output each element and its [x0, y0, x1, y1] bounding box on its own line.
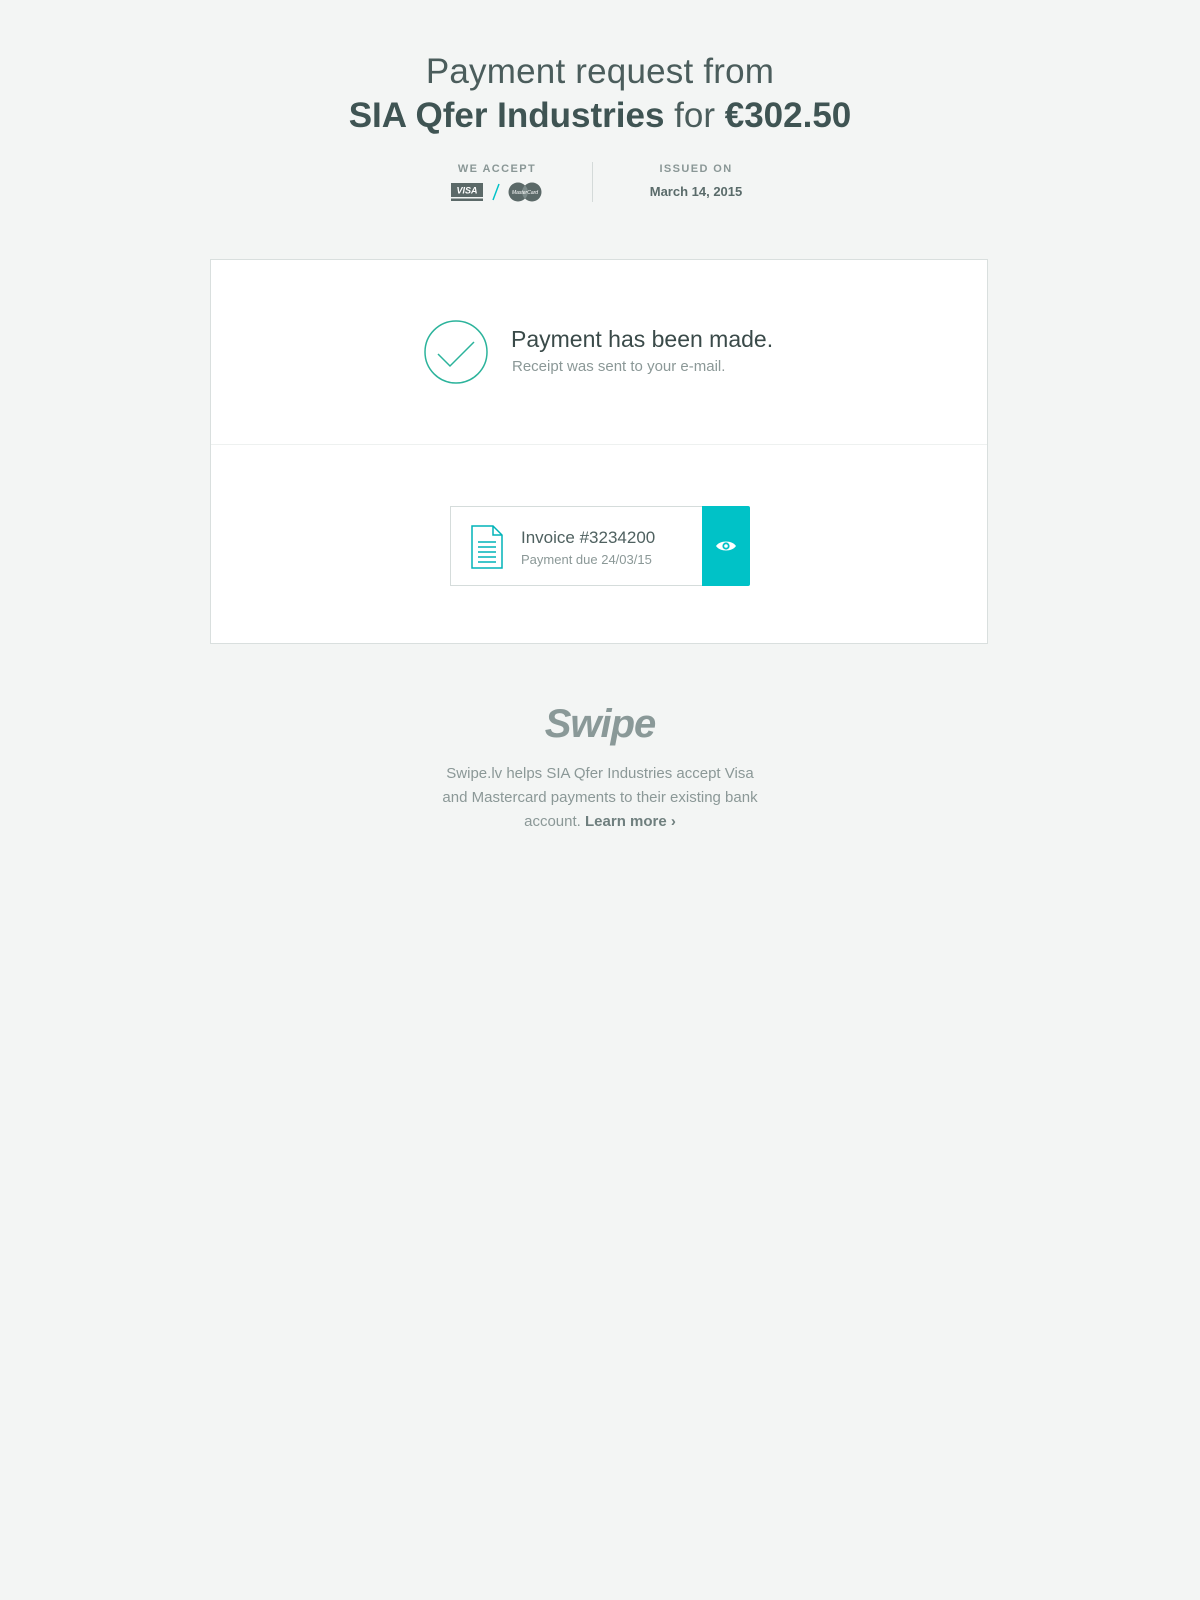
payment-summary: SIA Qfer Industries for €302.50 — [0, 94, 1200, 138]
payment-header: Payment request from SIA Qfer Industries… — [0, 50, 1200, 138]
separator-slash-icon — [492, 183, 500, 201]
invoice-details: Invoice #3234200 Payment due 24/03/15 — [450, 506, 703, 586]
swipe-brand: Swipe — [0, 700, 1200, 748]
learn-more-link[interactable]: Learn more › — [585, 813, 676, 830]
mastercard-icon: MasterCard — [508, 182, 542, 202]
payment-status-subtitle: Receipt was sent to your e-mail. — [512, 358, 726, 375]
svg-text:VISA: VISA — [456, 186, 477, 196]
issued-info: ISSUED ON March 14, 2015 — [620, 162, 772, 199]
payment-card: Payment has been made. Receipt was sent … — [210, 259, 988, 644]
invoice-due-date: Payment due 24/03/15 — [521, 552, 652, 567]
eye-icon — [716, 541, 736, 551]
merchant-name: SIA Qfer Industries — [348, 96, 665, 135]
card-logos: VISA MasterCard — [437, 181, 557, 203]
payment-meta: WE ACCEPT VISA MasterCard ISSUED ON Marc… — [0, 162, 1200, 204]
swipe-logo: Swipe — [544, 702, 657, 746]
document-icon — [471, 525, 503, 569]
visa-icon: VISA — [451, 183, 483, 201]
page-title: Payment request from — [425, 52, 775, 91]
view-invoice-button[interactable] — [702, 506, 750, 586]
svg-text:MasterCard: MasterCard — [512, 190, 538, 196]
check-circle-icon — [424, 320, 488, 384]
amount-connector: for — [674, 96, 716, 135]
issued-label: ISSUED ON — [659, 163, 733, 175]
issued-date: March 14, 2015 — [649, 184, 743, 199]
payment-status-section: Payment has been made. Receipt was sent … — [211, 260, 987, 445]
payment-amount: €302.50 — [724, 96, 852, 135]
invoice-item: Invoice #3234200 Payment due 24/03/15 — [450, 506, 750, 586]
accepted-cards: WE ACCEPT VISA MasterCard — [437, 162, 557, 203]
footer-description: Swipe.lv helps SIA Qfer Industries accep… — [440, 762, 760, 834]
invoice-number: Invoice #3234200 — [521, 528, 656, 547]
accept-label: WE ACCEPT — [457, 163, 537, 175]
meta-divider — [592, 162, 593, 202]
payment-status-title: Payment has been made. — [511, 326, 774, 352]
